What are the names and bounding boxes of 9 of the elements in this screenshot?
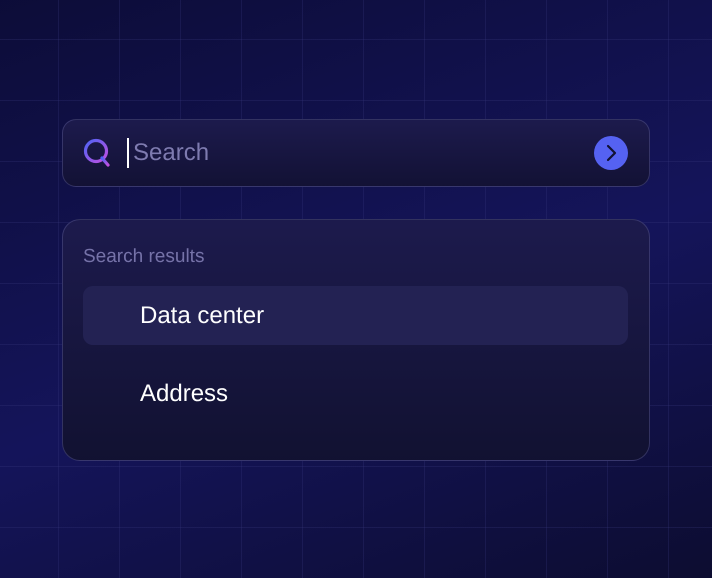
search-icon — [83, 138, 111, 168]
chevron-right-icon — [605, 144, 617, 162]
result-item[interactable]: Address — [83, 364, 628, 423]
go-button[interactable] — [594, 136, 628, 170]
search-field[interactable]: Search — [131, 139, 578, 167]
result-item[interactable]: Data center — [83, 286, 628, 345]
search-bar[interactable]: Search — [62, 119, 650, 187]
text-cursor — [127, 138, 129, 168]
results-heading: Search results — [83, 246, 204, 268]
